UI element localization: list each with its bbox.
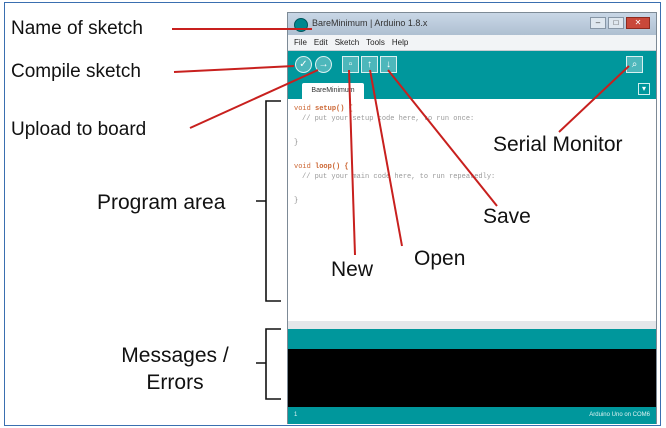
leader-upload-to-board bbox=[189, 69, 319, 129]
leader-new bbox=[348, 69, 356, 256]
leader-compile-sketch bbox=[173, 65, 295, 73]
bracket-messages bbox=[256, 328, 281, 400]
bracket-program-area bbox=[256, 100, 281, 302]
leader-save bbox=[387, 69, 498, 207]
leader-serial-monitor bbox=[558, 65, 630, 133]
leader-open bbox=[369, 69, 403, 247]
callout-lines bbox=[172, 28, 630, 400]
